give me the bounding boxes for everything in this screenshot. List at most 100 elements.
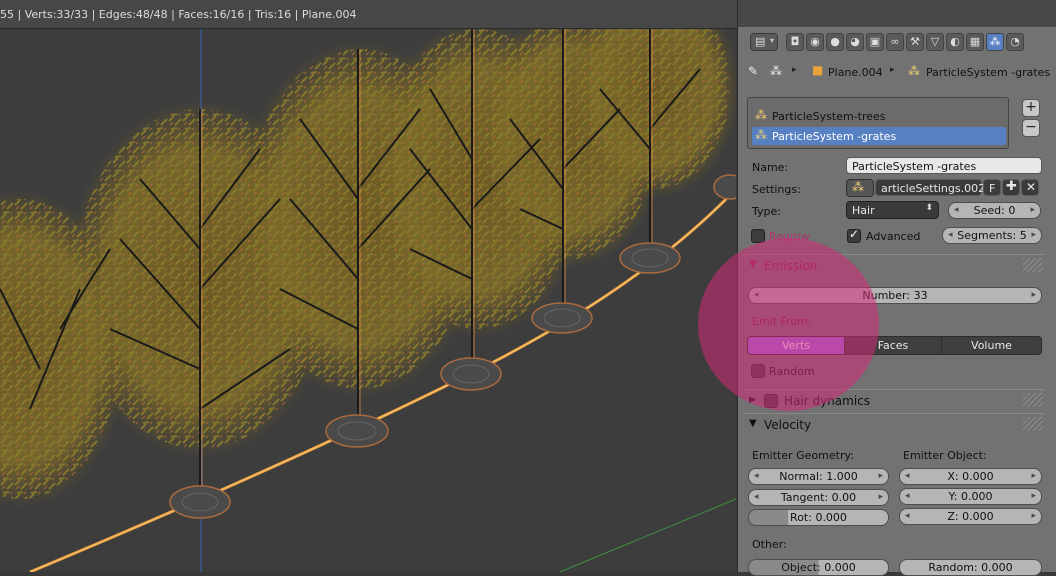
render-icon[interactable]: ◘ (786, 33, 804, 51)
drag-handle-icon[interactable] (1023, 417, 1043, 431)
advanced-checkbox[interactable] (847, 227, 861, 243)
name-field[interactable]: ParticleSystem -grates (846, 157, 1042, 174)
list-item[interactable]: ⁂ ParticleSystem-trees (752, 107, 1006, 125)
properties-panel: ▤ ▾ ◘ ◉ ● ◕ ▣ ∞ ⚒ ▽ ◐ ▦ ⁂ ◔ ✎ ⁂ ▸ ■ Plan… (737, 0, 1056, 576)
settings-browse-button[interactable]: ⁂ (846, 179, 874, 197)
decrement-arrow-icon[interactable]: ◂ (754, 288, 759, 303)
y-field[interactable]: ◂ Y: 0.000 ▸ (899, 488, 1042, 505)
advanced-label: Advanced (866, 230, 921, 243)
list-item-selected[interactable]: ⁂ ParticleSystem -grates (752, 127, 1006, 145)
decrement-arrow-icon[interactable]: ◂ (948, 228, 953, 243)
physics-icon[interactable]: ◔ (1006, 33, 1024, 51)
emit-from-faces-button[interactable]: Faces (844, 336, 942, 355)
unlink-settings-button[interactable]: ✕ (1021, 179, 1039, 196)
3d-viewport[interactable] (0, 29, 736, 572)
other-label: Other: (752, 538, 787, 551)
emit-from-volume-button[interactable]: Volume (941, 336, 1042, 355)
breadcrumb-object: Plane.004 (828, 66, 883, 79)
scene-icon[interactable]: ● (826, 33, 844, 51)
chevron-right-icon: ▸ (890, 65, 895, 75)
constraints-icon[interactable]: ∞ (886, 33, 904, 51)
emit-from-label: Emit From: (752, 315, 812, 328)
seed-value: Seed: 0 (973, 204, 1016, 217)
plus-icon: ✚ (1006, 179, 1017, 194)
hair-dynamics-panel-header[interactable]: ▶ Hair dynamics (743, 389, 1045, 412)
increment-arrow-icon[interactable]: ▸ (1031, 489, 1036, 504)
rot-slider[interactable]: Rot: 0.000 (748, 509, 889, 526)
name-label: Name: (752, 161, 789, 174)
object-velocity-slider[interactable]: Object: 0.000 (748, 559, 889, 576)
object-data-icon: ■ (812, 63, 824, 77)
increment-arrow-icon[interactable]: ▸ (878, 469, 883, 484)
settings-name-field[interactable]: articleSettings.002 (875, 179, 986, 196)
statistics-bar: 55 | Verts:33/33 | Edges:48/48 | Faces:1… (0, 0, 738, 29)
object-velocity-value: Object: 0.000 (781, 561, 856, 574)
settings-value: articleSettings.002 (881, 182, 986, 195)
seed-field[interactable]: ◂ Seed: 0 ▸ (948, 202, 1041, 219)
decrement-arrow-icon[interactable]: ◂ (754, 469, 759, 484)
particle-system-list[interactable]: ⁂ ParticleSystem-trees ⁂ ParticleSystem … (747, 97, 1009, 149)
decrement-arrow-icon[interactable]: ◂ (905, 469, 910, 484)
type-label: Type: (752, 205, 781, 218)
breadcrumb: ✎ ⁂ ▸ ■ Plane.004 ▸ ⁂ ParticleSystem -gr… (748, 62, 1050, 82)
particle-settings-icon: ⁂ (852, 180, 864, 194)
material-icon[interactable]: ◐ (946, 33, 964, 51)
object-icon[interactable]: ▣ (866, 33, 884, 51)
hair-dynamics-checkbox[interactable] (764, 394, 778, 408)
render-layers-icon[interactable]: ◉ (806, 33, 824, 51)
x-field[interactable]: ◂ X: 0.000 ▸ (899, 468, 1042, 485)
decrement-arrow-icon[interactable]: ◂ (954, 203, 959, 218)
expand-triangle-icon: ▼ (749, 418, 757, 429)
data-icon[interactable]: ▽ (926, 33, 944, 51)
decrement-arrow-icon[interactable]: ◂ (754, 490, 759, 505)
new-settings-button[interactable]: ✚ (1002, 179, 1020, 196)
particles-context-icon: ⁂ (770, 64, 782, 78)
random-checkbox[interactable] (751, 364, 765, 378)
type-value: Hair (852, 204, 875, 217)
segments-field[interactable]: ◂ Segments: 5 ▸ (942, 227, 1042, 244)
add-particle-system-button[interactable]: + (1022, 99, 1040, 117)
particles-icon[interactable]: ⁂ (986, 33, 1004, 51)
expand-triangle-icon: ▼ (749, 259, 757, 270)
drag-handle-icon[interactable] (1023, 258, 1043, 272)
fake-user-button[interactable]: F (983, 179, 1001, 196)
world-icon[interactable]: ◕ (846, 33, 864, 51)
drag-handle-icon[interactable] (1023, 393, 1043, 407)
emit-from-option-label: Verts (781, 339, 810, 352)
increment-arrow-icon[interactable]: ▸ (1031, 509, 1036, 524)
fake-user-label: F (989, 182, 996, 195)
increment-arrow-icon[interactable]: ▸ (1030, 203, 1035, 218)
pin-icon[interactable]: ✎ (748, 64, 758, 78)
tangent-field[interactable]: ◂ Tangent: 0.00 ▸ (748, 489, 889, 506)
editor-type-menu[interactable]: ▤ ▾ (750, 33, 778, 51)
emission-panel-header[interactable]: ▼ Emission (743, 254, 1045, 277)
emit-from-verts-button[interactable]: Verts (747, 336, 845, 355)
increment-arrow-icon[interactable]: ▸ (878, 490, 883, 505)
regrow-label: Regrow (769, 230, 810, 243)
normal-field[interactable]: ◂ Normal: 1.000 ▸ (748, 468, 889, 485)
x-value: X: 0.000 (947, 470, 994, 483)
y-value: Y: 0.000 (948, 490, 993, 503)
decrement-arrow-icon[interactable]: ◂ (905, 509, 910, 524)
decrement-arrow-icon[interactable]: ◂ (905, 489, 910, 504)
increment-arrow-icon[interactable]: ▸ (1031, 469, 1036, 484)
chevron-right-icon: ▸ (792, 65, 797, 75)
particle-system-icon: ⁂ (908, 64, 920, 78)
modifiers-icon[interactable]: ⚒ (906, 33, 924, 51)
texture-icon[interactable]: ▦ (966, 33, 984, 51)
random-velocity-field[interactable]: Random: 0.000 (899, 559, 1042, 576)
type-dropdown[interactable]: Hair ⬍ (846, 201, 939, 219)
settings-label: Settings: (752, 183, 801, 196)
particle-system-icon: ⁂ (755, 128, 767, 142)
z-field[interactable]: ◂ Z: 0.000 ▸ (899, 508, 1042, 525)
y-axis-line (559, 498, 736, 572)
properties-header (738, 0, 1056, 27)
list-item-label: ParticleSystem -grates (772, 130, 897, 143)
normal-value: Normal: 1.000 (779, 470, 858, 483)
increment-arrow-icon[interactable]: ▸ (1031, 288, 1036, 303)
remove-particle-system-button[interactable]: − (1022, 119, 1040, 137)
velocity-panel-header[interactable]: ▼ Velocity (743, 413, 1045, 436)
regrow-checkbox[interactable] (751, 229, 765, 243)
number-field[interactable]: ◂ Number: 33 ▸ (748, 287, 1042, 304)
increment-arrow-icon[interactable]: ▸ (1031, 228, 1036, 243)
